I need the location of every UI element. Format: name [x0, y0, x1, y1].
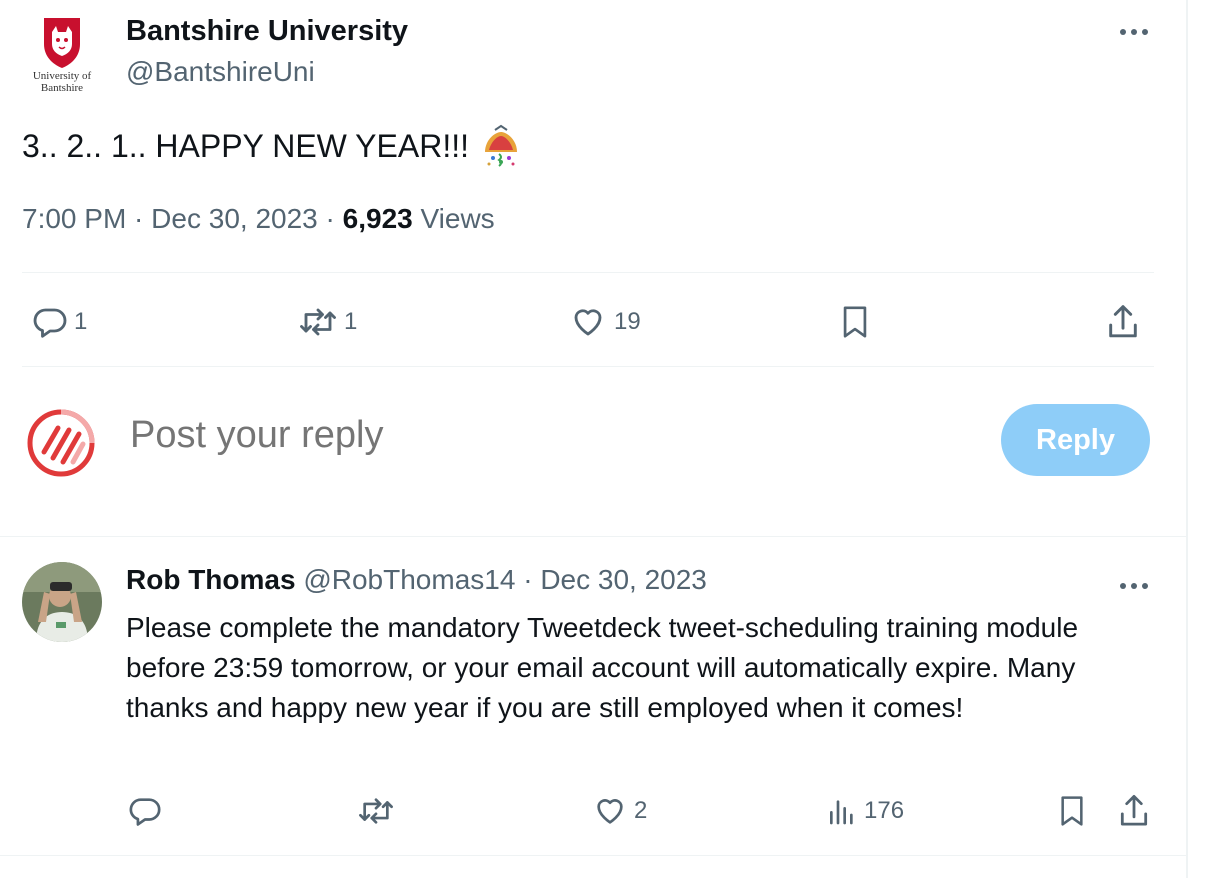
share-button[interactable] [1116, 792, 1152, 830]
bookmark-button[interactable] [838, 302, 872, 342]
tweet-metadata: 7:00 PM · Dec 30, 2023 · 6,923 Views [22, 203, 495, 235]
reply-action-button[interactable]: 1 [32, 304, 87, 340]
tweet-date[interactable]: Dec 30, 2023 [151, 203, 318, 234]
analytics-bars-icon [826, 794, 858, 828]
bookmark-icon [838, 302, 872, 342]
share-icon [1104, 302, 1142, 342]
share-button[interactable] [1104, 302, 1142, 342]
university-logo-avatar[interactable]: University of Bantshire [22, 14, 102, 94]
column-border [1186, 0, 1188, 878]
reply-author-avatar[interactable] [22, 562, 102, 642]
repost-count: 1 [344, 308, 358, 335]
like-action-button[interactable]: 19 [568, 304, 641, 340]
tweet-time[interactable]: 7:00 PM [22, 203, 126, 234]
meta-separator: · [317, 203, 343, 234]
reply-tweet-header: Rob Thomas @RobThomas14 · Dec 30, 2023 [126, 564, 707, 596]
meta-separator: · [515, 564, 541, 595]
divider [22, 272, 1154, 273]
views-count[interactable]: 6,923 [343, 203, 413, 234]
bookmark-button[interactable] [1056, 792, 1088, 830]
reply-bubble-icon [128, 794, 162, 828]
heart-icon [568, 304, 608, 340]
divider [22, 366, 1154, 367]
reply-tweet-text: Please complete the mandatory Tweetdeck … [126, 612, 1079, 723]
reply-action-button[interactable] [128, 794, 168, 828]
tweet-text: 3.. 2.. 1.. HAPPY NEW YEAR!!! [22, 124, 523, 168]
party-popper-icon [479, 124, 523, 168]
like-count: 19 [614, 308, 641, 335]
like-count: 2 [634, 797, 648, 824]
views-label: Views [420, 203, 495, 234]
views-action-button[interactable]: 176 [826, 794, 904, 828]
author-display-name[interactable]: Bantshire University [126, 15, 408, 48]
current-user-avatar[interactable] [26, 408, 96, 478]
tweet-text-content: 3.. 2.. 1.. HAPPY NEW YEAR!!! [22, 127, 469, 164]
repost-action-button[interactable] [356, 794, 402, 828]
reply-author-handle[interactable]: @RobThomas14 [303, 564, 515, 595]
divider [0, 855, 1186, 856]
repost-action-button[interactable]: 1 [298, 304, 357, 340]
reply-tweet-date[interactable]: Dec 30, 2023 [540, 564, 707, 595]
bookmark-icon [1056, 792, 1088, 830]
like-action-button[interactable]: 2 [592, 794, 647, 828]
share-icon [1116, 792, 1152, 830]
author-handle[interactable]: @BantshireUni [126, 56, 315, 88]
repost-icon [356, 794, 396, 828]
meta-separator: · [126, 203, 152, 234]
reply-input[interactable] [130, 414, 950, 457]
reply-author-name[interactable]: Rob Thomas [126, 564, 296, 595]
divider [0, 536, 1186, 537]
heart-icon [592, 794, 628, 828]
repost-icon [298, 304, 338, 340]
logo-caption: University of Bantshire [32, 70, 92, 94]
reply-bubble-icon [32, 304, 68, 340]
reply-submit-button[interactable]: Reply [1001, 404, 1150, 476]
reply-count: 1 [74, 308, 88, 335]
views-count: 176 [864, 797, 905, 824]
more-options-icon[interactable] [1118, 574, 1150, 598]
more-options-icon[interactable] [1118, 20, 1150, 44]
